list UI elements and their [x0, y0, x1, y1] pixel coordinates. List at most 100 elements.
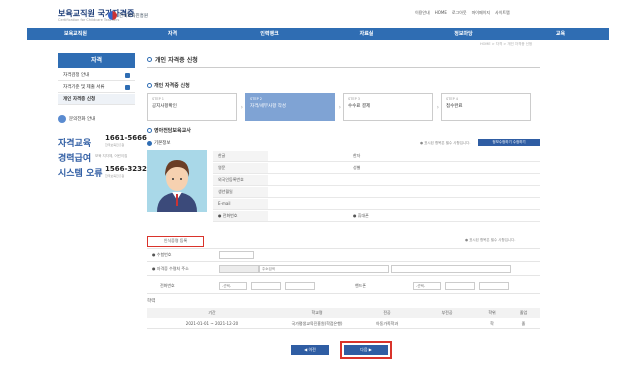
- contact-label-education: 자격교육: [58, 139, 92, 149]
- chevron-right-icon: ›: [240, 104, 243, 111]
- required-note: ● 표시된 항목은 필수 사항입니다.: [420, 141, 471, 145]
- main-nav: 보육교직원 자격 인력뱅크 자료실 정보마당 교육: [27, 28, 609, 40]
- contact-heading: 문의전화 안내: [58, 115, 95, 123]
- contact-sub-career: 보육 지자체, 어린이집: [95, 154, 128, 158]
- sidebar-item-label: 자격기준 및 제출 서류: [63, 85, 105, 90]
- section-title-cert-type: 영아전담보육교사: [147, 127, 191, 134]
- chevron-right-icon: ›: [338, 104, 341, 111]
- row-divider: [213, 221, 540, 222]
- col-major: 전공: [383, 310, 391, 315]
- step-number: STEP 2: [250, 97, 263, 101]
- table-row: 2021-01-01 ~ 2021-12-20 국가평생교육진흥원(학점은행) …: [147, 319, 540, 329]
- sidebar-item-exam-guide[interactable]: 자격검정 안내: [58, 70, 135, 81]
- field-label-korean-name: 한글: [213, 151, 268, 161]
- title-divider: [147, 67, 540, 68]
- avatar-icon: [147, 150, 207, 212]
- sidebar-item-label: 자격검정 안내: [63, 73, 90, 78]
- cell-graduation: 졸: [521, 321, 526, 326]
- emblem-icon: [108, 11, 117, 20]
- prev-button[interactable]: ◀ 이전: [291, 345, 329, 355]
- cell-degree: 학: [490, 321, 494, 326]
- col-minor: 부전공: [441, 310, 453, 315]
- address-label: ● 자격증 수령처 주소: [152, 266, 189, 271]
- next-button[interactable]: 다음 ▶: [344, 345, 388, 355]
- contact-heading-label: 문의전화 안내: [69, 117, 96, 122]
- field-label-phone: ● 전화번호: [213, 211, 268, 221]
- field-label-english-name: 영문: [213, 163, 268, 173]
- bullet-icon: [147, 128, 152, 133]
- bullet-icon: [147, 57, 152, 62]
- phone-prefix-select[interactable]: -선택-: [219, 282, 247, 290]
- table-header: 기간 학교명 전공 부전공 학위 졸업: [147, 308, 540, 318]
- id-photo-register-button[interactable]: 인식증명 등록: [147, 236, 204, 247]
- util-home[interactable]: HOME: [435, 10, 447, 16]
- field-label-email: E-mail: [213, 199, 268, 209]
- col-degree: 학위: [488, 310, 496, 315]
- cell-period: 2021-01-01 ~ 2021-12-20: [185, 321, 239, 326]
- step-indicator: STEP 1 공지사항확인 › STEP 2 자격/세부사항 작성 › STEP 3 수수…: [147, 93, 531, 121]
- mobile-prefix-select[interactable]: -선택-: [413, 282, 441, 290]
- field-label-mobile: ● 휴대폰: [353, 213, 369, 218]
- sidebar-item-label: 개인 자격증 신청: [63, 97, 96, 102]
- bullet-icon: [147, 83, 152, 88]
- address-detail-input[interactable]: [391, 265, 511, 273]
- breadcrumb: HOME > 자격 > 개인 자격증 신청: [480, 42, 533, 46]
- sidebar-item-criteria[interactable]: 자격기준 및 제출 서류: [58, 82, 135, 93]
- profile-photo: [147, 150, 207, 212]
- basic-info-label: 기본정보: [154, 141, 171, 146]
- step-number: STEP 1: [152, 97, 165, 101]
- address-search-button[interactable]: 주소검색: [259, 265, 389, 273]
- cell-minor: [417, 319, 477, 328]
- col-school: 학교명: [311, 310, 323, 315]
- cell-major: 아동가족학과: [375, 321, 399, 326]
- nav-info[interactable]: 정보마당: [415, 28, 512, 40]
- contact-label-career: 경력급여: [58, 154, 92, 164]
- section-title-text: 영아전담보육교사: [154, 128, 191, 134]
- col-period: 기간: [208, 310, 216, 315]
- step-number: STEP 4: [446, 97, 459, 101]
- phone-last-input[interactable]: [285, 282, 315, 290]
- nav-jobbank[interactable]: 인력뱅크: [221, 28, 318, 40]
- col-graduation: 졸업: [519, 310, 528, 315]
- step-1: STEP 1 공지사항확인 ›: [147, 93, 243, 121]
- phone-middle-input[interactable]: [251, 282, 281, 290]
- sidebar-item-apply[interactable]: 개인 자격증 신청: [58, 94, 135, 105]
- section-title-text: 개인 자격증 신청: [154, 83, 190, 89]
- mobile-last-input[interactable]: [479, 282, 509, 290]
- plus-icon: [125, 73, 130, 78]
- row-divider: [213, 161, 540, 162]
- nav-staff[interactable]: 보육교직원: [27, 28, 124, 40]
- phone-icon: [58, 115, 66, 123]
- nav-education[interactable]: 교육: [512, 28, 609, 40]
- zipcode-input[interactable]: [219, 265, 259, 273]
- education-history-title: 학력: [147, 299, 156, 304]
- util-guide[interactable]: 이용안내: [415, 10, 430, 16]
- page-title-text: 개인 자격증 신청: [155, 57, 198, 64]
- exam-number-input[interactable]: [219, 251, 254, 259]
- nav-qualification[interactable]: 자격: [124, 28, 221, 40]
- contact-note-education: 한국보육진흥원: [105, 143, 125, 147]
- page-title: 개인 자격증 신청: [147, 55, 198, 64]
- field-label-foreigner-id: 외국인등록번호: [213, 175, 268, 185]
- basic-info-heading: 기본정보: [147, 140, 171, 146]
- row-divider: [213, 173, 540, 174]
- step-number: STEP 3: [348, 97, 361, 101]
- utility-links: 이용안내 HOME 로그아웃 마이페이지 사이트맵: [415, 10, 510, 16]
- util-logout[interactable]: 로그아웃: [452, 10, 467, 16]
- step-label: 접수완료: [446, 104, 463, 109]
- org-name: 한국보육진흥원: [119, 13, 148, 19]
- nav-resources[interactable]: 자료실: [318, 28, 415, 40]
- required-note-2: ● 표시된 항목은 필수 사항입니다.: [465, 238, 516, 242]
- edit-info-button[interactable]: 정보수정하기 수정하기: [478, 139, 540, 146]
- row-divider: [147, 293, 540, 294]
- util-sitemap[interactable]: 사이트맵: [495, 10, 510, 16]
- step-3: STEP 3 수수료 결제 ›: [343, 93, 439, 121]
- field-label-hanja: 한자: [353, 153, 361, 158]
- org-logo: 한국보육진흥원: [108, 11, 148, 20]
- step-label: 공지사항확인: [152, 104, 177, 109]
- exam-number-label: ● 수험번호: [152, 252, 172, 257]
- sidebar-title: 자격: [58, 53, 135, 68]
- util-mypage[interactable]: 마이페이지: [472, 10, 490, 16]
- mobile-middle-input[interactable]: [445, 282, 475, 290]
- row-divider: [213, 197, 540, 198]
